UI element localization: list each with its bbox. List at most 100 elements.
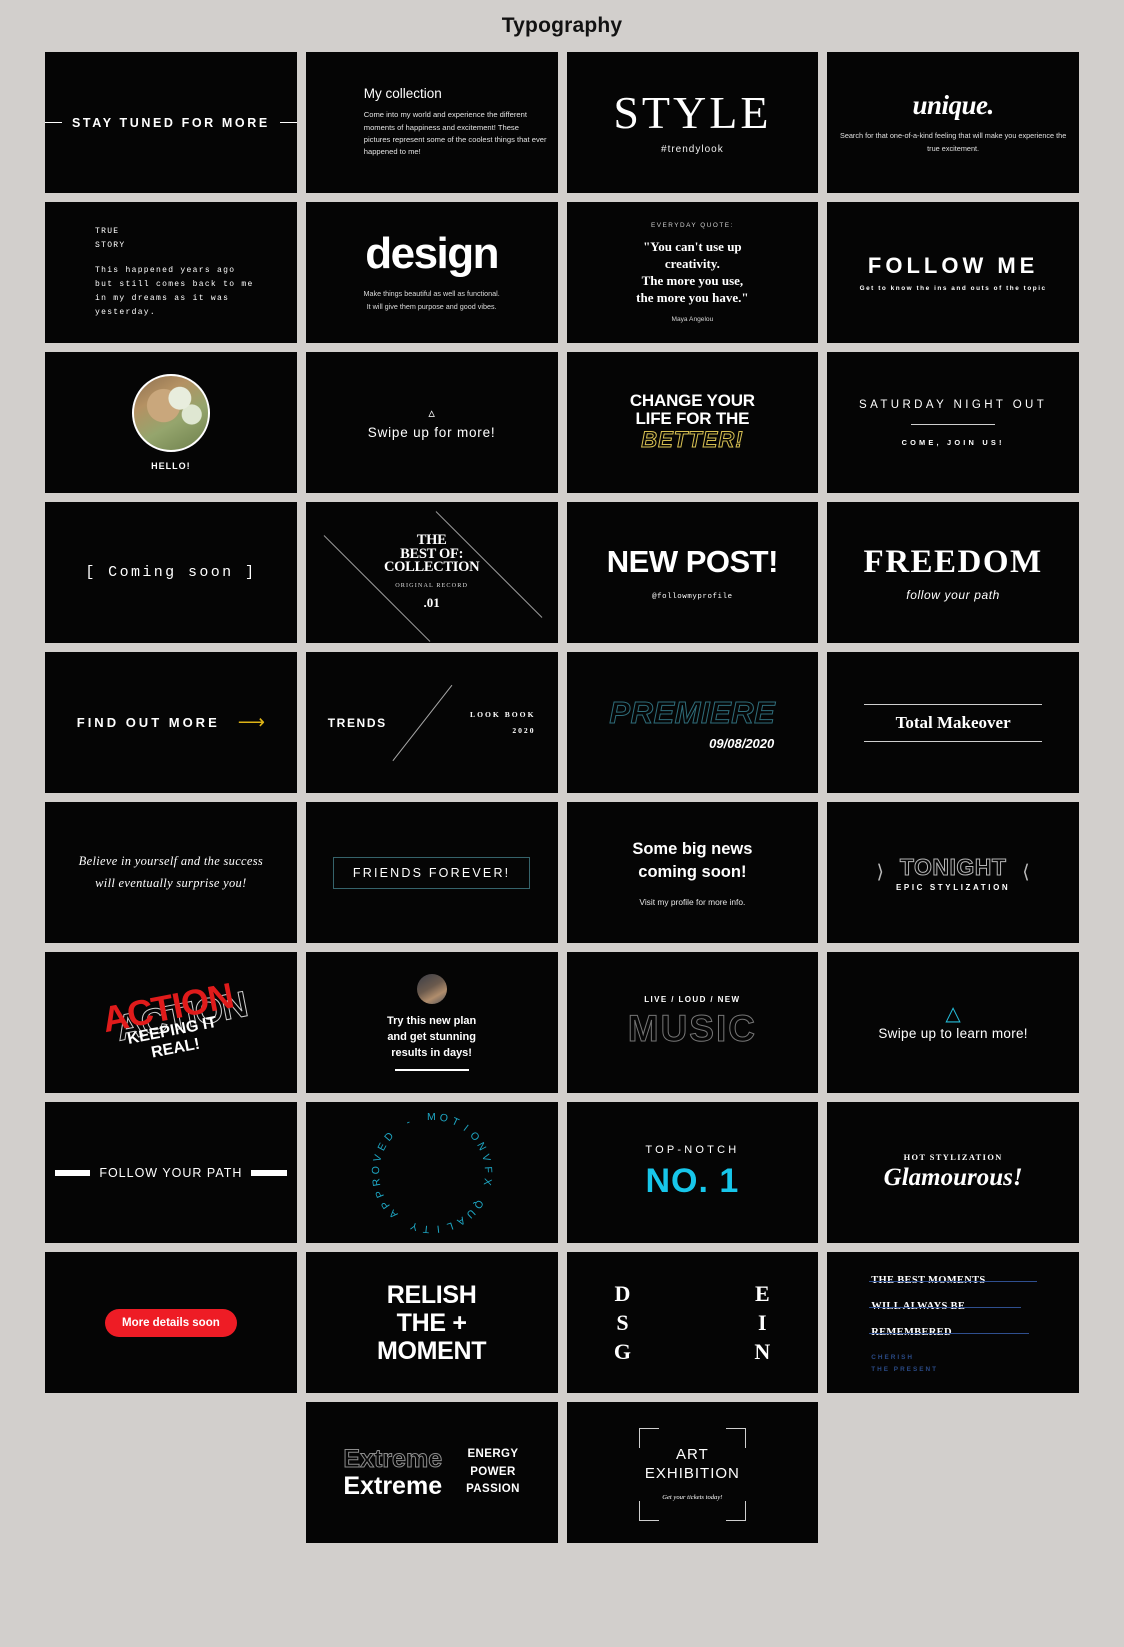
- bracket-top-left-icon: [638, 1428, 659, 1448]
- circular-text-char: R: [369, 1176, 383, 1187]
- quote-author: Maya Angelou: [671, 316, 714, 324]
- change-line-3: BETTER!: [641, 427, 744, 453]
- card-trends[interactable]: TRENDS LOOK BOOK 2020: [305, 652, 558, 793]
- divider: [911, 423, 996, 425]
- circular-text-char: Q: [470, 1196, 486, 1211]
- no-1-number: NO. 1: [645, 1162, 740, 1200]
- circular-text-char: A: [386, 1206, 400, 1221]
- card-best-moments[interactable]: THE BEST MOMENTS WILL ALWAYS BE REMEMBER…: [827, 1252, 1079, 1393]
- card-relish[interactable]: RELISH THE + MOMENT: [305, 1252, 558, 1393]
- relish-line-2: THE +: [396, 1308, 467, 1337]
- avatar: [416, 973, 447, 1004]
- saturday-title: SATURDAY NIGHT OUT: [859, 398, 1048, 411]
- card-stay-tuned[interactable]: STAY TUNED FOR MORE: [45, 52, 297, 193]
- card-try-plan[interactable]: Try this new plan and get stunning resul…: [305, 952, 558, 1093]
- circular-text-char: T: [449, 1114, 461, 1129]
- relish-line-1: RELISH: [386, 1280, 477, 1309]
- card-glamourous[interactable]: HOT STYLIZATION Glamourous!: [827, 1102, 1079, 1243]
- card-motionvfx-badge[interactable]: MOTIONVFX QUALITY APPROVED -: [305, 1102, 558, 1243]
- circular-text-char: T: [421, 1221, 430, 1235]
- bracket-top-right-icon: [726, 1428, 747, 1448]
- best-moments-foot-2: THE PRESENT: [871, 1365, 938, 1373]
- best-moments-foot-1: CHERISH: [871, 1354, 915, 1362]
- card-change-your-life[interactable]: CHANGE YOUR LIFE FOR THE BETTER!: [566, 352, 819, 493]
- card-follow-your-path[interactable]: FOLLOW YOUR PATH: [45, 1102, 297, 1243]
- quote-kicker: EVERYDAY QUOTE:: [650, 221, 734, 229]
- card-coming-soon[interactable]: [ Coming soon ]: [45, 502, 297, 643]
- card-action[interactable]: ACTION ACTION KEEPING IT REAL!: [45, 952, 297, 1093]
- card-swipe-up[interactable]: ▵ Swipe up for more!: [305, 352, 558, 493]
- unique-subtitle: Search for that one-of-a-kind feeling th…: [839, 131, 1067, 153]
- circular-text-char: N: [473, 1139, 489, 1153]
- new-post-title: NEW POST!: [606, 544, 779, 579]
- trends-right-2: 2020: [512, 725, 536, 735]
- extreme-right-1: ENERGY: [467, 1447, 519, 1460]
- card-friends-forever[interactable]: FRIENDS FOREVER!: [305, 802, 558, 943]
- diagonal-line: [392, 684, 452, 761]
- hello-label: HELLO!: [151, 461, 191, 471]
- card-new-post[interactable]: NEW POST! @followmyprofile: [566, 502, 819, 643]
- change-line-2: LIFE FOR THE: [635, 409, 750, 429]
- right-bar: [251, 1169, 287, 1176]
- card-premiere[interactable]: PREMIERE 09/08/2020: [566, 652, 819, 793]
- card-more-details[interactable]: More details soon: [45, 1252, 297, 1393]
- card-design-letters[interactable]: D E S I G N: [566, 1252, 819, 1393]
- extreme-right-3: PASSION: [466, 1483, 520, 1496]
- card-unique[interactable]: unique. Search for that one-of-a-kind fe…: [827, 52, 1079, 193]
- total-makeover-title: Total Makeover: [895, 712, 1011, 732]
- true-story-body-1: This happened years ago: [95, 266, 236, 275]
- card-art-exhibition[interactable]: ART EXHIBITION Get your tickets today!: [566, 1402, 819, 1543]
- relish-line-3: MOMENT: [376, 1336, 487, 1365]
- chevron-right-icon: ⟩: [876, 862, 884, 883]
- card-style[interactable]: STYLE #trendylook: [566, 52, 819, 193]
- card-tonight[interactable]: ⟩ TONIGHT EPIC STYLIZATION ⟨: [827, 802, 1079, 943]
- music-title: MUSIC: [627, 1008, 757, 1050]
- card-everyday-quote[interactable]: EVERYDAY QUOTE: "You can't use up creati…: [566, 202, 819, 343]
- card-true-story[interactable]: TRUE STORY This happened years ago but s…: [45, 202, 297, 343]
- circular-text-char: V: [478, 1152, 493, 1163]
- card-best-of-collection[interactable]: THE BEST OF: COLLECTION ORIGINAL RECORD …: [305, 502, 558, 643]
- saturday-subtitle: COME, JOIN US!: [901, 437, 1005, 447]
- design-letter: D: [614, 1280, 631, 1306]
- true-story-head-2: STORY: [95, 241, 126, 250]
- chevron-up-icon: ▵: [428, 404, 435, 420]
- trends-label: TRENDS: [327, 715, 387, 730]
- circular-text-char: I: [435, 1222, 441, 1235]
- card-saturday-night[interactable]: SATURDAY NIGHT OUT COME, JOIN US!: [827, 352, 1079, 493]
- card-total-makeover[interactable]: Total Makeover: [827, 652, 1079, 793]
- circular-text-char: O: [369, 1164, 382, 1175]
- best-moments-line-3: REMEMBERED: [869, 1327, 1029, 1339]
- best-moments-line-1: THE BEST MOMENTS: [869, 1275, 1038, 1287]
- art-sub: Get your tickets today!: [662, 1493, 723, 1501]
- change-line-1: CHANGE YOUR: [629, 391, 755, 411]
- card-freedom[interactable]: FREEDOM follow your path: [827, 502, 1079, 643]
- left-rule: [45, 122, 62, 123]
- circular-text-char: M: [427, 1110, 437, 1123]
- trends-right-1: LOOK BOOK: [470, 710, 536, 720]
- coming-soon-text: [ Coming soon ]: [85, 564, 257, 581]
- card-music[interactable]: LIVE / LOUD / NEW MUSIC: [566, 952, 819, 1093]
- card-big-news[interactable]: Some big news coming soon! Visit my prof…: [566, 802, 819, 943]
- card-extreme[interactable]: Extreme Extreme ENERGY POWER PASSION: [305, 1402, 558, 1543]
- style-subtitle: #trendylook: [661, 144, 724, 155]
- follow-me-subtitle: Get to know the ins and outs of the topi…: [859, 285, 1047, 292]
- card-believe[interactable]: Believe in yourself and the success will…: [45, 802, 297, 943]
- card-my-collection[interactable]: My collection Come into my world and exp…: [305, 52, 558, 193]
- true-story-head-1: TRUE: [95, 227, 120, 236]
- card-swipe-learn[interactable]: △ Swipe up to learn more!: [827, 952, 1079, 1093]
- card-follow-me[interactable]: FOLLOW ME Get to know the ins and outs o…: [827, 202, 1079, 343]
- design-sub-2: It will give them purpose and good vibes…: [366, 301, 497, 311]
- chevron-left-icon: ⟨: [1022, 862, 1030, 883]
- more-details-button[interactable]: More details soon: [104, 1308, 237, 1337]
- card-find-out-more[interactable]: FIND OUT MORE ⟶: [45, 652, 297, 793]
- circular-text-char: P: [372, 1187, 387, 1199]
- card-no-1[interactable]: TOP-NOTCH NO. 1: [566, 1102, 819, 1243]
- quote-line-4: the more you have.": [636, 290, 749, 306]
- card-hello[interactable]: HELLO!: [45, 352, 297, 493]
- card-design[interactable]: design Make things beautiful as well as …: [305, 202, 558, 343]
- no-1-kicker: TOP-NOTCH: [645, 1144, 740, 1156]
- big-news-line-2: coming soon!: [638, 863, 747, 881]
- style-title: STYLE: [613, 87, 772, 138]
- circular-text-char: D: [381, 1129, 397, 1144]
- believe-line-2: will eventually surprise you!: [95, 875, 247, 890]
